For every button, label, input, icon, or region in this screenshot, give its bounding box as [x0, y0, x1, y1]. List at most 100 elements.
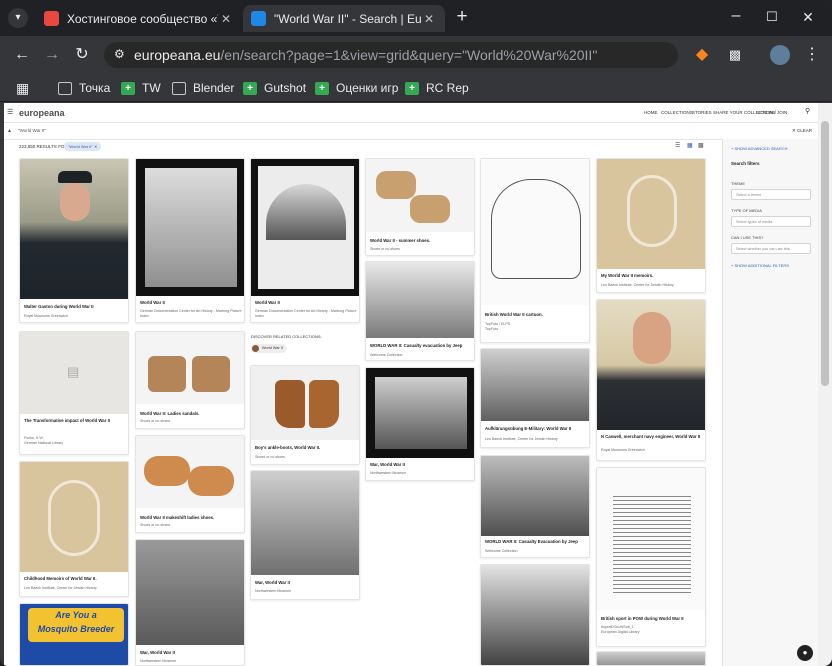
back-button[interactable]: ←	[12, 45, 32, 65]
maximize-button[interactable]: ☐	[762, 7, 782, 27]
tab-active[interactable]: "World War II" - Search | Europe ✕	[243, 5, 445, 32]
bookmark-rcrep[interactable]: + RC Rep	[405, 80, 469, 96]
ankle-boots-image	[251, 366, 359, 440]
result-card[interactable]	[480, 564, 590, 666]
result-card[interactable]	[596, 651, 706, 666]
reuse-label: CAN I USE THIS?	[731, 235, 764, 240]
result-card[interactable]: Childhood Memoirs of World War II. Leo B…	[19, 461, 129, 597]
query-chip[interactable]: "World War II" ✕	[64, 142, 102, 151]
media-type-select[interactable]: Select types of media	[731, 216, 811, 227]
card-provider: Shoes or no shoes	[255, 455, 285, 459]
browser-window: ▾ Хостинговое сообщество «Tim ✕ "World W…	[0, 0, 832, 666]
query-chip-label: "World War II"	[68, 144, 93, 149]
avatar[interactable]	[770, 45, 790, 65]
new-tab-button[interactable]: +	[452, 7, 472, 27]
result-card[interactable]: World War II makeshift ladies shoes. Sho…	[135, 435, 245, 533]
close-icon[interactable]: ✕	[421, 12, 437, 26]
mosaic-view-icon[interactable]: ▩	[698, 143, 705, 150]
apps-grid-icon[interactable]: ▦	[16, 80, 29, 96]
list-view-icon[interactable]: ☰	[675, 143, 682, 150]
nav-collections[interactable]: COLLECTIONS	[661, 110, 693, 115]
result-card[interactable]: Are You a Mosquito Breeder	[19, 603, 129, 666]
result-card[interactable]: N Caswell, merchant navy engineer, World…	[596, 299, 706, 461]
result-card[interactable]: WORLD WAR II: Casualty evacuation by Jee…	[365, 261, 475, 361]
result-card[interactable]: Boy's ankle-boots, World War II. Shoes o…	[250, 365, 360, 465]
theme-select[interactable]: Select a theme	[731, 189, 811, 200]
memoir-page-image	[597, 159, 705, 269]
grid-view-icon[interactable]: ▦	[687, 143, 694, 150]
url-text[interactable]: europeana.eu/en/search?page=1&view=grid&…	[134, 47, 597, 63]
site-info-icon[interactable]: ⚙	[114, 47, 125, 61]
metamask-icon[interactable]: ◆	[692, 45, 712, 65]
media-type-placeholder: Select types of media	[736, 220, 773, 224]
manuscript-image	[20, 462, 128, 572]
bookmark-blender[interactable]: Blender	[172, 80, 234, 96]
search-query[interactable]: "World War II"	[18, 128, 46, 133]
sandals-image	[136, 332, 244, 404]
search-icon[interactable]: ⚲	[805, 107, 810, 115]
bookmark-tw[interactable]: + TW	[121, 80, 161, 96]
folder-icon	[58, 81, 72, 95]
result-card[interactable]: WORLD WAR II: Casualty Evacuation by Jee…	[480, 455, 590, 558]
result-card[interactable]: My World War II memoirs. Leo Baeck Insti…	[596, 158, 706, 293]
bookmark-tochka[interactable]: Точка	[58, 80, 110, 96]
result-card[interactable]: Walter Gaston during World War II Royal …	[19, 158, 129, 323]
card-provider: Shoes or no shoes	[370, 247, 400, 251]
search-bar[interactable]: ▲ "World War II" ✕ CLEAR	[4, 123, 818, 140]
photo-trees-image	[136, 159, 244, 296]
bookmark-ocenki[interactable]: + Оценки игр	[315, 80, 398, 96]
chevron-up-icon[interactable]: ▲	[7, 128, 12, 134]
minimize-button[interactable]: –	[726, 6, 746, 26]
card-title: War, World War II	[140, 650, 175, 655]
clear-button[interactable]: ✕ CLEAR	[792, 128, 812, 134]
related-collection-chip[interactable]: World War II	[251, 344, 287, 353]
card-provider: German Documentation Center for Art Hist…	[255, 309, 357, 318]
close-icon[interactable]: ✕	[218, 12, 234, 26]
result-card[interactable]: World War II - summer shoes. Shoes or no…	[365, 158, 475, 256]
document-scan-image	[597, 468, 705, 610]
card-title: World War II makeshift ladies shoes.	[140, 515, 215, 520]
card-title: World War II: Ladies sandals.	[140, 411, 200, 416]
reuse-select[interactable]: Select whether you can use this	[731, 243, 811, 254]
result-card[interactable]: World War II: Ladies sandals. Shoes or n…	[135, 331, 245, 429]
result-card[interactable]: War, World War II Northwestern Museum	[250, 470, 360, 600]
hamburger-icon[interactable]: ☰	[7, 108, 13, 116]
result-card[interactable]: World War II German Documentation Center…	[135, 158, 245, 323]
address-bar[interactable]: ⚙ europeana.eu/en/search?page=1&view=gri…	[104, 42, 678, 68]
theme-label: THEME	[731, 181, 745, 186]
page-scrollbar[interactable]	[818, 103, 832, 666]
additional-filters-link[interactable]: + SHOW ADDITIONAL FILTERS	[731, 263, 789, 268]
book-icon: ▤	[67, 364, 80, 379]
result-card[interactable]: ▤ The Transformative impact of World War…	[19, 331, 129, 455]
nav-login[interactable]: LOG IN / JOIN	[758, 110, 787, 115]
advanced-search-link[interactable]: + SHOW ADVANCED SEARCH	[731, 146, 788, 151]
result-card[interactable]: British sport in POW during World War II…	[596, 467, 706, 647]
card-title: World War II	[255, 300, 280, 305]
ship-photo-image	[366, 368, 474, 458]
card-provider: Northwestern Museum	[255, 589, 292, 593]
card-title: World War II	[140, 300, 165, 305]
result-card[interactable]: World War II German Documentation Center…	[250, 158, 360, 323]
result-card[interactable]: Aufklärungsübung E-Military: World War I…	[480, 348, 590, 448]
tab-search-button[interactable]: ▾	[8, 8, 28, 28]
close-window-button[interactable]: ✕	[798, 7, 818, 27]
nav-home[interactable]: HOME	[644, 110, 658, 115]
chat-bubble-icon[interactable]: ●	[797, 645, 813, 661]
extensions-icon[interactable]: ▩	[725, 45, 745, 65]
nav-stories[interactable]: STORIES	[692, 110, 712, 115]
tab-inactive[interactable]: Хостинговое сообщество «Tim ✕	[36, 5, 242, 32]
bookmark-gutshot[interactable]: + Gutshot	[243, 80, 306, 96]
collection-avatar	[252, 345, 259, 352]
scrollbar-thumb[interactable]	[821, 121, 829, 386]
green-bookmark-icon: +	[243, 81, 257, 95]
europeana-logo[interactable]: europeana	[19, 108, 65, 118]
reload-button[interactable]: ↻	[72, 45, 92, 65]
portrait-image	[20, 159, 128, 299]
result-card[interactable]: War, World War II Northwestern Museum	[365, 367, 475, 481]
forward-button[interactable]: →	[42, 45, 62, 65]
menu-icon[interactable]: ⋮	[802, 45, 822, 65]
result-card[interactable]: War, World War II Northwestern Museum	[135, 539, 245, 666]
card-provider: Royal Museums Greenwich	[601, 448, 645, 452]
result-card[interactable]: British World War II cartoon. TopFoto / …	[480, 158, 590, 343]
field-photo-image	[251, 471, 359, 575]
